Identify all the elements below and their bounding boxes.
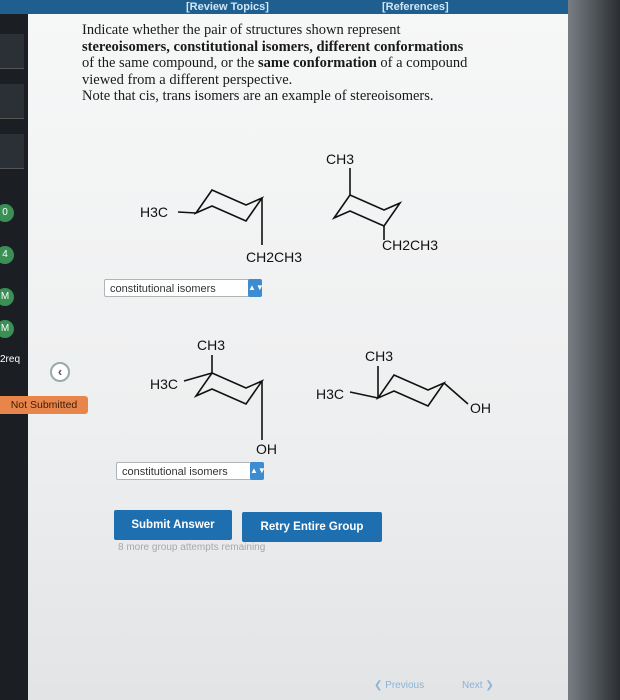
substituent-label: OH: [470, 400, 491, 416]
substituent-label: CH2CH3: [246, 249, 302, 265]
retry-group-button[interactable]: Retry Entire Group: [242, 512, 382, 542]
chair-ring: [193, 189, 265, 222]
substituent-label: H3C: [140, 204, 168, 220]
substituent-label: CH3: [197, 337, 225, 353]
chevron-updown-icon[interactable]: ▲▼: [250, 462, 266, 480]
bond: [349, 391, 379, 399]
status-badge: Not Submitted: [0, 396, 88, 414]
previous-label: Previous: [385, 680, 425, 691]
attempts-remaining: 8 more group attempts remaining: [118, 542, 266, 553]
substituent-label: H3C: [316, 386, 344, 402]
substituent-label: H3C: [150, 376, 178, 392]
chevron-updown-icon[interactable]: ▲▼: [248, 279, 264, 297]
chair-ring: [193, 372, 265, 405]
previous-link[interactable]: ❮ Previous: [374, 680, 424, 691]
chair-ring: [331, 194, 403, 227]
answer-select-2[interactable]: constitutional isomers ▲▼: [116, 462, 266, 480]
substituent-label: CH3: [365, 348, 393, 364]
select-value: constitutional isomers: [122, 466, 228, 478]
next-label: Next: [462, 680, 483, 691]
answer-select-1[interactable]: constitutional isomers ▲▼: [104, 279, 264, 297]
submit-answer-button[interactable]: Submit Answer: [114, 510, 232, 540]
substituent-label: CH2CH3: [382, 237, 438, 253]
collapse-chevron-icon[interactable]: ‹: [50, 362, 70, 382]
substituent-label: CH3: [326, 151, 354, 167]
structures-drawing: H3C CH2CH3 CH3 CH2CH3 CH3 H3C OH CH3 H3C…: [140, 151, 491, 457]
select-value: constitutional isomers: [110, 283, 216, 295]
chair-ring: [375, 374, 447, 407]
bond: [177, 211, 197, 214]
next-link[interactable]: Next ❯: [462, 680, 494, 691]
bond: [443, 382, 469, 405]
substituent-label: OH: [256, 441, 277, 457]
